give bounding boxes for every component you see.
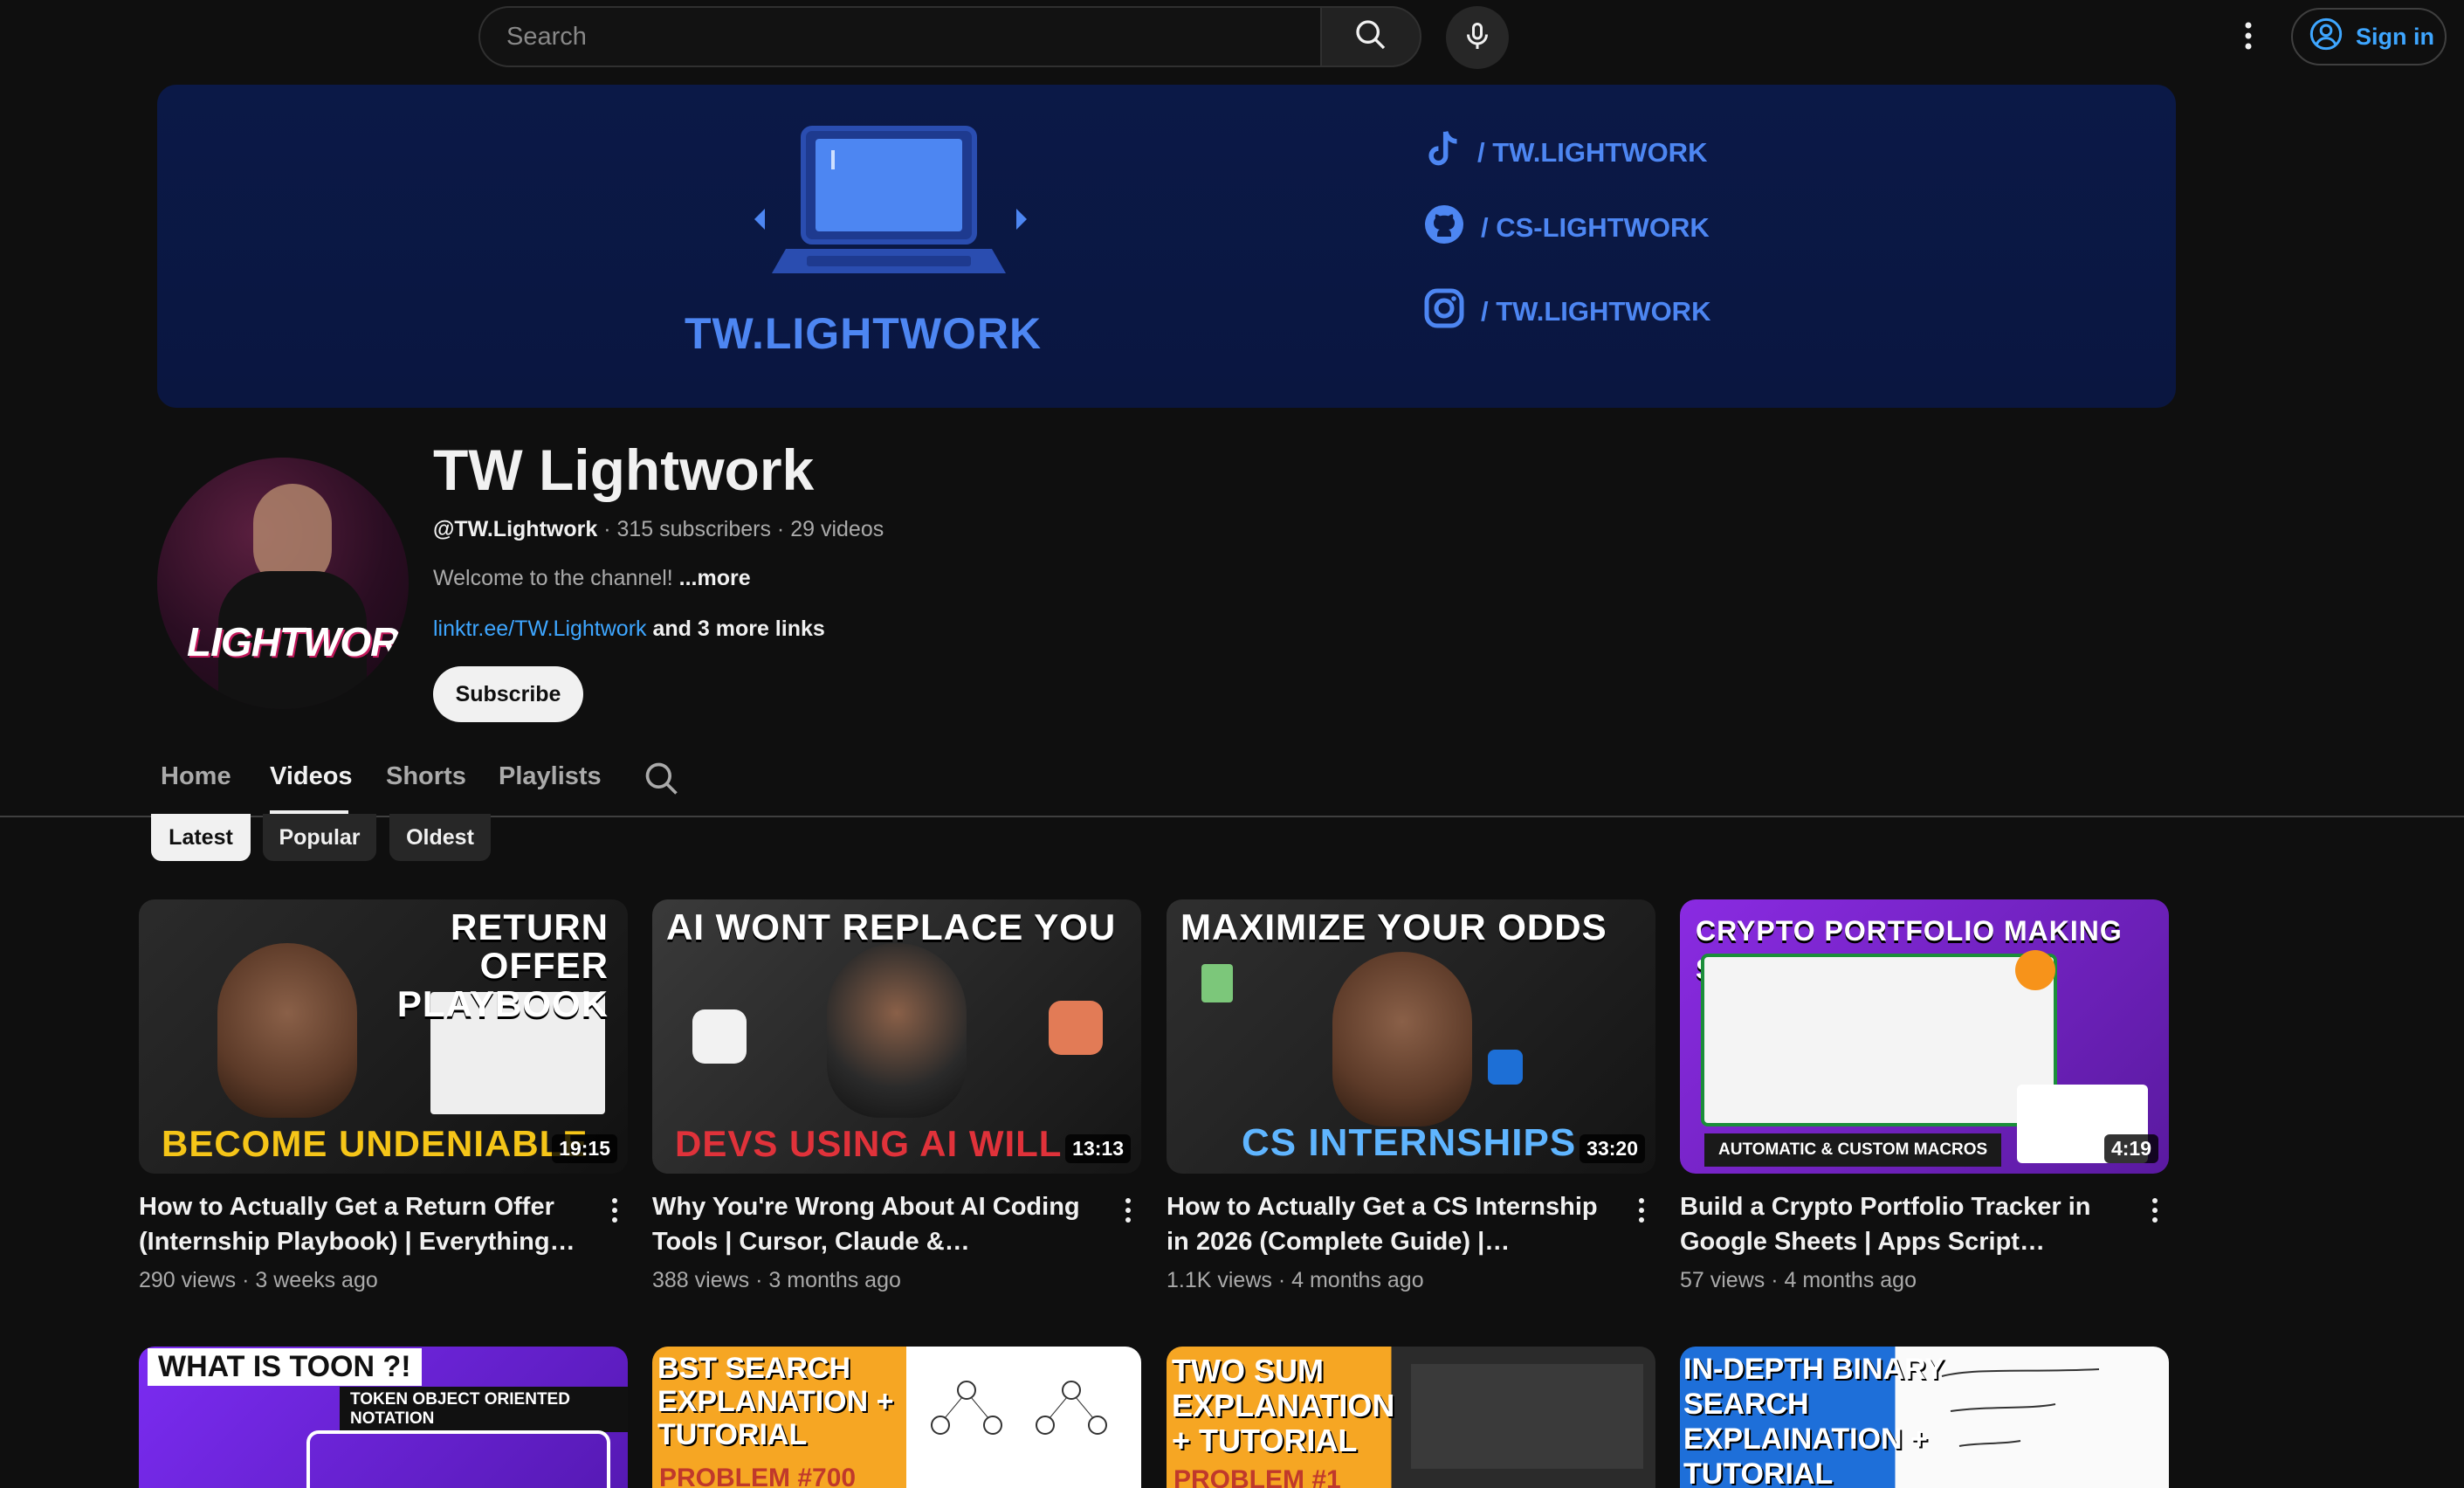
settings-menu-button[interactable] xyxy=(2235,17,2261,58)
handwritten-notes-image xyxy=(1924,1359,2151,1472)
video-thumbnail[interactable]: RETURN OFFER PLAYBOOK BECOME UNDENIABLE … xyxy=(139,899,628,1174)
tab-playlists[interactable]: Playlists xyxy=(499,762,602,791)
code-example-image xyxy=(1411,1364,1643,1469)
instagram-icon xyxy=(1423,287,1465,336)
linkedin-icon xyxy=(1488,1050,1523,1085)
banner-social-tiktok: / TW.LIGHTWORK xyxy=(1423,128,1707,177)
channel-banner: TW.LIGHTWORK / TW.LIGHTWORK / CS-LIGHTWO… xyxy=(157,85,2176,408)
tab-videos[interactable]: Videos xyxy=(270,762,353,791)
chevron-right-icon xyxy=(1016,209,1027,230)
more-link[interactable]: ...more xyxy=(679,566,751,590)
video-thumbnail[interactable]: TWO SUM EXPLANATION + TUTORIAL PROBLEM #… xyxy=(1167,1347,1655,1488)
channel-links: linktr.ee/TW.Lightwork and 3 more links xyxy=(433,617,825,642)
subscriber-count: 315 subscribers xyxy=(616,517,771,541)
video-menu-button[interactable] xyxy=(1633,1193,1650,1228)
channel-description[interactable]: Welcome to the channel! ...more xyxy=(433,566,751,591)
video-thumbnail[interactable]: WHAT IS TOON ?! TOKEN OBJECT ORIENTED NO… xyxy=(139,1347,628,1488)
video-meta: 290 views · 3 weeks ago xyxy=(139,1268,378,1292)
banner-social-github: / CS-LIGHTWORK xyxy=(1423,203,1710,252)
banner-brand: TW.LIGHTWORK xyxy=(685,309,1043,358)
laptop-icon xyxy=(754,126,1027,273)
video-menu-button[interactable] xyxy=(2146,1193,2164,1228)
video-title[interactable]: How to Actually Get a Return Offer (Inte… xyxy=(139,1189,575,1259)
chevron-left-icon xyxy=(754,209,765,230)
video-count: 29 videos xyxy=(790,517,884,541)
banner-social-instagram: / TW.LIGHTWORK xyxy=(1423,287,1710,336)
video-thumbnail[interactable]: CRYPTO PORTFOLIO MAKING SCRIPT AUTOMATIC… xyxy=(1680,899,2169,1174)
search-icon xyxy=(1353,17,1388,57)
document-icon xyxy=(1201,964,1233,1002)
tree-diagram-image xyxy=(931,1381,1107,1435)
video-meta: 57 views · 4 months ago xyxy=(1680,1268,1917,1292)
video-menu-button[interactable] xyxy=(1119,1193,1137,1228)
more-links-button[interactable]: and 3 more links xyxy=(652,617,824,641)
sign-in-button[interactable]: Sign in xyxy=(2291,8,2447,65)
code-box-image xyxy=(306,1430,610,1488)
spreadsheet-image xyxy=(1701,954,2057,1126)
video-duration: 13:13 xyxy=(1065,1134,1131,1163)
channel-search-button[interactable] xyxy=(643,760,681,803)
github-icon xyxy=(1423,203,1465,252)
tab-home[interactable]: Home xyxy=(161,762,231,791)
video-duration: 33:20 xyxy=(1580,1134,1645,1163)
claude-logo-icon xyxy=(1049,1001,1103,1055)
cursor-logo-icon xyxy=(692,1009,747,1064)
video-title[interactable]: Build a Crypto Portfolio Tracker in Goog… xyxy=(1680,1189,2116,1259)
video-thumbnail[interactable]: IN-DEPTH BINARY SEARCH EXPLAINATION + TU… xyxy=(1680,1347,2169,1488)
video-meta: 1.1K views · 4 months ago xyxy=(1167,1268,1424,1292)
video-meta: 388 views · 3 months ago xyxy=(652,1268,901,1292)
channel-handle: @TW.Lightwork xyxy=(433,517,598,541)
search-bar[interactable] xyxy=(478,6,1322,67)
tiktok-icon xyxy=(1423,128,1462,177)
video-menu-button[interactable] xyxy=(606,1193,623,1228)
video-thumbnail[interactable]: AI WONT REPLACE YOU DEVS USING AI WILL 1… xyxy=(652,899,1141,1174)
sign-in-label: Sign in xyxy=(2356,23,2434,50)
search-button[interactable] xyxy=(1320,6,1421,67)
chip-oldest[interactable]: Oldest xyxy=(389,814,491,861)
search-input[interactable] xyxy=(505,21,1322,52)
channel-meta: @TW.Lightwork · 315 subscribers · 29 vid… xyxy=(433,517,884,541)
account-icon xyxy=(2309,17,2344,58)
video-duration: 19:15 xyxy=(552,1134,617,1163)
channel-avatar: LIGHTWORK xyxy=(157,458,409,709)
more-vert-icon xyxy=(2244,21,2253,55)
microphone-icon xyxy=(1462,20,1493,56)
chip-popular[interactable]: Popular xyxy=(263,814,376,861)
video-thumbnail[interactable]: MAXIMIZE YOUR ODDS CS INTERNSHIPS 33:20 xyxy=(1167,899,1655,1174)
video-duration: 4:19 xyxy=(2103,1134,2158,1163)
channel-name: TW Lightwork xyxy=(433,437,815,502)
video-title[interactable]: Why You're Wrong About AI Coding Tools |… xyxy=(652,1189,1089,1259)
search-icon xyxy=(643,762,681,802)
chip-latest[interactable]: Latest xyxy=(151,814,251,861)
avatar-logo-text: LIGHTWORK xyxy=(187,619,409,665)
voice-search-button[interactable] xyxy=(1446,6,1509,69)
video-thumbnail[interactable]: BST SEARCH EXPLANATION + TUTORIAL PROBLE… xyxy=(652,1347,1141,1488)
channel-link[interactable]: linktr.ee/TW.Lightwork xyxy=(433,617,647,641)
subscribe-button[interactable]: Subscribe xyxy=(433,666,583,722)
bitcoin-icon xyxy=(2015,950,2055,990)
video-title[interactable]: How to Actually Get a CS Internship in 2… xyxy=(1167,1189,1603,1259)
tab-shorts[interactable]: Shorts xyxy=(386,762,466,791)
